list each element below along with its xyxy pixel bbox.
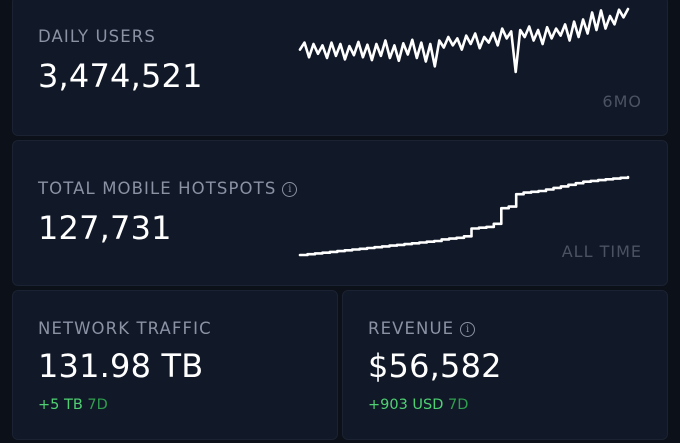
hotspots-label: TOTAL MOBILE HOTSPOTS bbox=[38, 179, 277, 198]
daily-users-period: 6MO bbox=[602, 92, 642, 111]
daily-users-sparkline-path bbox=[298, 7, 630, 74]
daily-users-label: DAILY USERS bbox=[38, 27, 156, 46]
network-traffic-label: NETWORK TRAFFIC bbox=[38, 319, 212, 338]
revenue-label-row: REVENUE i bbox=[368, 319, 476, 338]
network-traffic-card[interactable]: NETWORK TRAFFIC 131.98 TB +5 TB 7D bbox=[12, 290, 338, 440]
revenue-card[interactable]: REVENUE i $56,582 +903 USD 7D bbox=[342, 290, 668, 440]
network-traffic-value: 131.98 TB bbox=[38, 347, 204, 385]
network-traffic-delta-period: 7D bbox=[87, 397, 108, 413]
info-icon[interactable]: i bbox=[282, 182, 298, 197]
hotspots-label-row: TOTAL MOBILE HOTSPOTS i bbox=[38, 179, 298, 198]
revenue-value: $56,582 bbox=[368, 347, 502, 385]
hotspots-card[interactable]: TOTAL MOBILE HOTSPOTS i 127,731 ALL TIME bbox=[12, 140, 668, 286]
hotspots-period: ALL TIME bbox=[561, 242, 642, 261]
revenue-delta-amount: +903 USD bbox=[368, 397, 444, 413]
daily-users-sparkline bbox=[298, 7, 630, 74]
revenue-delta: +903 USD 7D bbox=[368, 397, 468, 413]
info-icon[interactable]: i bbox=[460, 322, 476, 337]
daily-users-card[interactable]: DAILY USERS 3,474,521 6MO bbox=[12, 0, 668, 136]
daily-users-value: 3,474,521 bbox=[38, 57, 203, 95]
revenue-delta-period: 7D bbox=[448, 397, 469, 413]
revenue-label: REVENUE bbox=[368, 319, 455, 338]
hotspots-value: 127,731 bbox=[38, 209, 172, 247]
network-traffic-delta: +5 TB 7D bbox=[38, 397, 108, 413]
network-traffic-delta-amount: +5 TB bbox=[38, 397, 83, 413]
